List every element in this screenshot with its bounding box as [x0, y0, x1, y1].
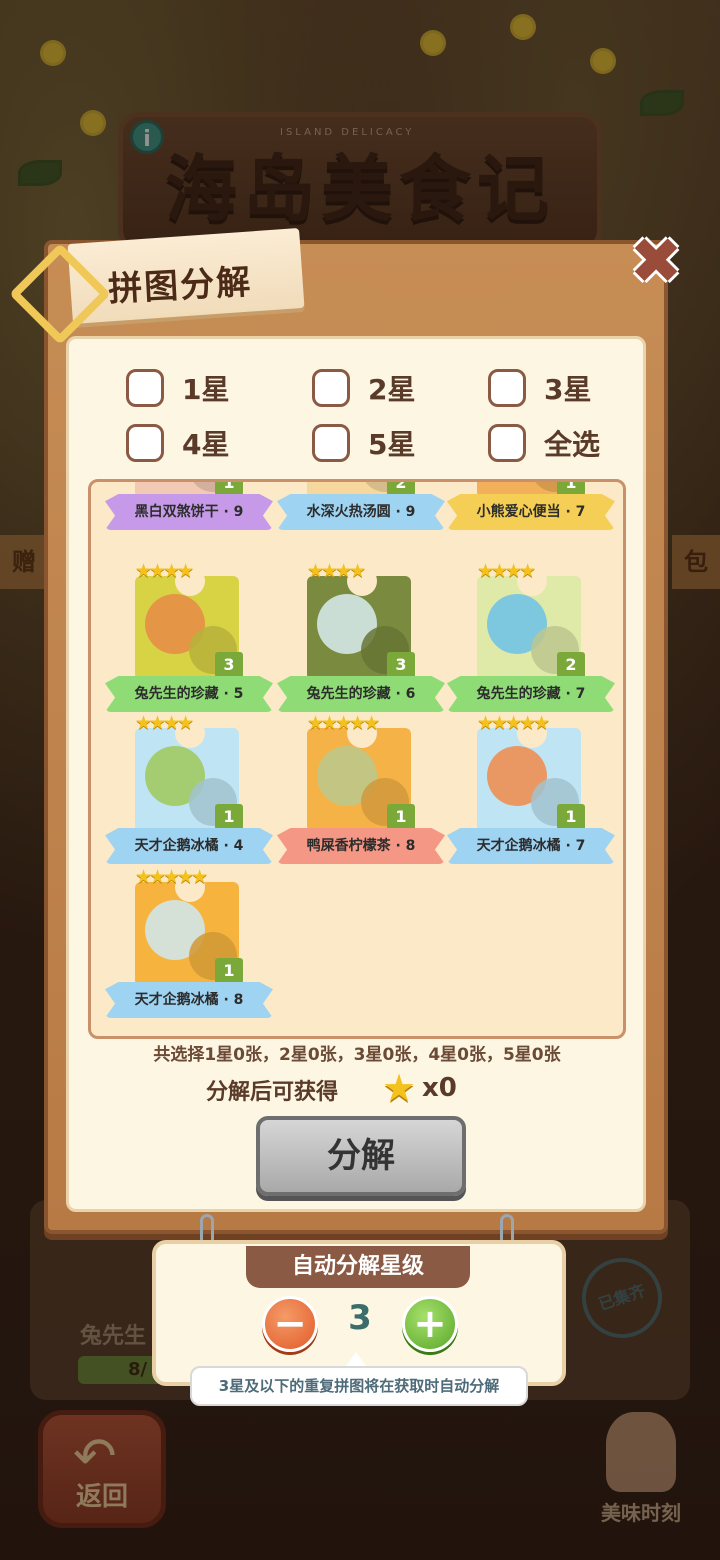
- filter-label: 4星: [182, 428, 230, 461]
- auto-level-value: 3: [348, 1298, 372, 1338]
- star-rating: ★★★★: [307, 560, 366, 582]
- decompose-button[interactable]: 分解: [256, 1116, 466, 1196]
- card-count-badge: 1: [387, 804, 415, 830]
- checkbox[interactable]: [126, 369, 164, 407]
- card-count-badge: 1: [215, 482, 243, 496]
- card-name-banner: 天才企鹅冰橘 · 8: [105, 982, 273, 1018]
- filter-4-star[interactable]: 4星: [126, 423, 229, 463]
- filter-label: 3星: [544, 373, 592, 406]
- puzzle-card[interactable]: 1 黑白双煞饼干 · 9: [105, 482, 273, 538]
- card-count-badge: 2: [557, 652, 585, 678]
- puzzle-card[interactable]: 1 小熊爱心便当 · 7: [447, 482, 615, 538]
- card-name-banner: 兔先生的珍藏 · 5: [105, 676, 273, 712]
- checkbox[interactable]: [126, 424, 164, 462]
- puzzle-card[interactable]: ★★★★★ 1 天才企鹅冰橘 · 7: [447, 712, 615, 872]
- card-name-banner: 天才企鹅冰橘 · 7: [447, 828, 615, 864]
- puzzle-card[interactable]: ★★★★ 3 兔先生的珍藏 · 5: [105, 560, 273, 720]
- star-rating: ★★★★: [135, 560, 194, 582]
- decrease-level-button[interactable]: −: [262, 1296, 318, 1352]
- dialog-title: 拼图分解: [107, 262, 254, 310]
- card-name-banner: 天才企鹅冰橘 · 4: [105, 828, 273, 864]
- filter-3-star[interactable]: 3星: [488, 368, 591, 408]
- card-count-badge: 1: [557, 804, 585, 830]
- card-name-banner: 兔先生的珍藏 · 6: [277, 676, 445, 712]
- reward-count: x0: [422, 1073, 457, 1103]
- checkbox[interactable]: [312, 369, 350, 407]
- card-count-badge: 2: [387, 482, 415, 496]
- star-rating: ★★★★★: [477, 712, 550, 734]
- filter-label: 2星: [368, 373, 416, 406]
- puzzle-card[interactable]: 2 水深火热汤圆 · 9: [277, 482, 445, 538]
- selection-summary: 共选择1星0张，2星0张，3星0张，4星0张，5星0张: [153, 1045, 561, 1065]
- auto-decompose-tooltip: 3星及以下的重复拼图将在获取时自动分解: [190, 1366, 528, 1406]
- tooltip-pointer: [346, 1352, 366, 1366]
- reward-label: 分解后可获得: [206, 1080, 339, 1105]
- star-rating: ★★★★★: [307, 712, 380, 734]
- checkbox[interactable]: [488, 369, 526, 407]
- card-name-banner: 黑白双煞饼干 · 9: [105, 494, 273, 530]
- filter-select-all[interactable]: 全选: [488, 423, 600, 463]
- filter-1-star[interactable]: 1星: [126, 368, 229, 408]
- star-currency-icon: ★: [382, 1066, 417, 1110]
- card-name-banner: 小熊爱心便当 · 7: [447, 494, 615, 530]
- puzzle-grid: 1 黑白双煞饼干 · 9 2 水深火热汤圆 · 9 1 小熊爱心便当 · 7 ★★★★ 3 兔先…: [88, 479, 626, 1039]
- star-rating: ★★★★★: [135, 866, 208, 888]
- card-name-banner: 兔先生的珍藏 · 7: [447, 676, 615, 712]
- checkbox[interactable]: [488, 424, 526, 462]
- checkbox[interactable]: [312, 424, 350, 462]
- filter-2-star[interactable]: 2星: [312, 368, 415, 408]
- star-rating: ★★★★: [477, 560, 536, 582]
- card-name-banner: 鸭屎香柠檬茶 · 8: [277, 828, 445, 864]
- auto-decompose-title: 自动分解星级: [246, 1246, 470, 1288]
- card-count-badge: 3: [387, 652, 415, 678]
- puzzle-card[interactable]: ★★★★★ 1 天才企鹅冰橘 · 8: [105, 866, 273, 1026]
- puzzle-card[interactable]: ★★★★★ 1 鸭屎香柠檬茶 · 8: [277, 712, 445, 872]
- filter-label: 1星: [182, 373, 230, 406]
- filter-label: 5星: [368, 428, 416, 461]
- filter-label: 全选: [544, 428, 601, 461]
- card-count-badge: 1: [215, 804, 243, 830]
- puzzle-card[interactable]: ★★★★ 3 兔先生的珍藏 · 6: [277, 560, 445, 720]
- card-name-banner: 水深火热汤圆 · 9: [277, 494, 445, 530]
- filter-5-star[interactable]: 5星: [312, 423, 415, 463]
- card-count-badge: 1: [557, 482, 585, 496]
- puzzle-card[interactable]: ★★★★ 1 天才企鹅冰橘 · 4: [105, 712, 273, 872]
- card-count-badge: 3: [215, 652, 243, 678]
- card-count-badge: 1: [215, 958, 243, 984]
- close-button[interactable]: ✖: [626, 230, 686, 294]
- star-rating: ★★★★: [135, 712, 194, 734]
- puzzle-card[interactable]: ★★★★ 2 兔先生的珍藏 · 7: [447, 560, 615, 720]
- increase-level-button[interactable]: +: [402, 1296, 458, 1352]
